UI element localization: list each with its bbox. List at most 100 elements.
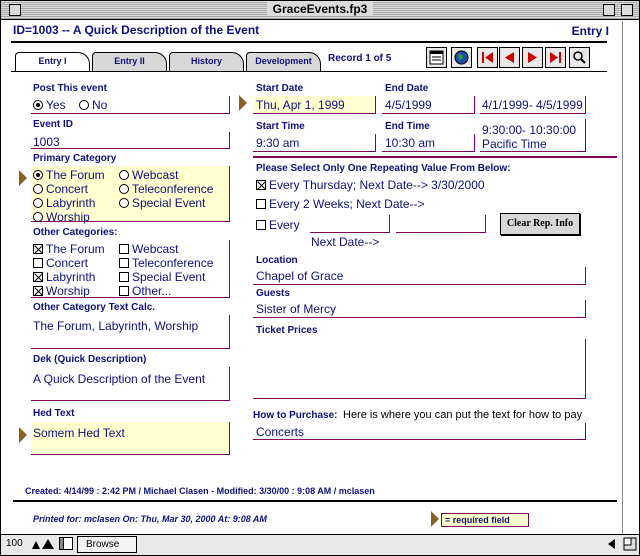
created-modified-info: Created: 4/14/99 : 2:42 PM / Michael Cla…: [25, 486, 375, 496]
tab-entry-1[interactable]: Entry I: [15, 52, 90, 72]
other-option-labyrinth[interactable]: Labyrinth: [33, 270, 95, 284]
other-option-special-event[interactable]: Special Event: [119, 270, 205, 284]
primary-option-teleconference[interactable]: Teleconference: [119, 182, 213, 196]
primary-option-labyrinth[interactable]: Labyrinth: [33, 196, 95, 210]
mode-selector[interactable]: Browse: [77, 536, 137, 553]
tab-entry-2[interactable]: Entry II: [92, 52, 167, 71]
scroll-left-icon[interactable]: [605, 537, 619, 554]
repeat-unit-field[interactable]: [396, 215, 486, 233]
radio-empty-icon[interactable]: [119, 184, 129, 194]
other-option-concert[interactable]: Concert: [33, 256, 88, 270]
zoom-mountains-icon[interactable]: [31, 537, 57, 553]
checkbox-empty-icon[interactable]: [256, 199, 266, 209]
checkbox-checked-icon[interactable]: [33, 272, 43, 282]
event-id-field[interactable]: [31, 132, 230, 149]
globe-icon[interactable]: [451, 47, 472, 68]
purchase-value: Concerts: [256, 425, 305, 439]
post-yes-option[interactable]: Yes: [33, 98, 66, 112]
required-legend: = required field: [441, 513, 529, 527]
primary-option-webcast[interactable]: Webcast: [119, 168, 178, 182]
record-id-heading: ID=1003 -- A Quick Description of the Ev…: [13, 23, 260, 37]
other-option-webcast[interactable]: Webcast: [119, 242, 178, 256]
checkbox-checked-icon[interactable]: [33, 244, 43, 254]
end-time-value: 10:30 am: [385, 136, 436, 150]
ticket-prices-field[interactable]: [253, 339, 586, 399]
window-title: GraceEvents.fp3: [266, 2, 374, 16]
event-id-label: Event ID: [33, 119, 74, 130]
checkbox-checked-icon[interactable]: [256, 180, 266, 190]
required-marker-icon: [19, 427, 27, 443]
footer-divider: [13, 500, 617, 502]
tab-history[interactable]: History: [169, 52, 244, 71]
start-date-label: Start Date: [256, 83, 304, 94]
resize-grip-icon[interactable]: [623, 537, 637, 554]
end-date-label: End Date: [385, 83, 429, 94]
other-calc-value: The Forum, Labyrinth, Worship: [33, 319, 199, 333]
primary-option-forum[interactable]: The Forum: [33, 168, 105, 182]
status-area-icon[interactable]: [59, 537, 73, 553]
hed-value: Somem Hed Text: [33, 426, 125, 440]
radio-empty-icon[interactable]: [33, 184, 43, 194]
collapse-box-icon[interactable]: [621, 4, 633, 16]
radio-empty-icon[interactable]: [33, 198, 43, 208]
scrollbar-edge: [622, 21, 623, 534]
layout-name: Entry I: [571, 24, 609, 38]
tab-divider: [11, 71, 607, 72]
repeat-option-custom[interactable]: Every: [256, 218, 300, 232]
guests-value: Sister of Mercy: [256, 302, 337, 316]
required-marker-icon: [239, 95, 247, 111]
other-calc-label: Other Category Text Calc.: [33, 302, 156, 313]
checkbox-empty-icon[interactable]: [119, 286, 129, 296]
date-range-value: 4/1/1999- 4/5/1999: [482, 98, 583, 112]
primary-option-special-event[interactable]: Special Event: [119, 196, 205, 210]
checkbox-empty-icon[interactable]: [119, 272, 129, 282]
time-range-line2: Pacific Time: [482, 137, 547, 151]
first-record-icon[interactable]: [477, 47, 498, 68]
post-event-label: Post This event: [33, 83, 107, 94]
clear-repeat-button[interactable]: Clear Rep. Info: [500, 213, 580, 235]
end-time-label: End Time: [385, 121, 430, 132]
previous-record-icon[interactable]: [499, 47, 520, 68]
find-icon[interactable]: [569, 47, 590, 68]
repeat-interval-field[interactable]: [310, 215, 390, 233]
title-bar[interactable]: GraceEvents.fp3: [1, 1, 639, 20]
time-range-line1: 9:30:00- 10:30:00: [482, 123, 577, 137]
radio-empty-icon[interactable]: [119, 198, 129, 208]
radio-empty-icon[interactable]: [33, 212, 43, 222]
repeat-option-biweekly[interactable]: Every 2 Weeks; Next Date-->: [256, 197, 425, 211]
checkbox-empty-icon[interactable]: [119, 244, 129, 254]
location-value: Chapel of Grace: [256, 269, 344, 283]
other-categories-label: Other Categories:: [33, 227, 118, 238]
section-divider: [253, 156, 617, 158]
radio-empty-icon[interactable]: [79, 100, 89, 110]
other-option-worship[interactable]: Worship: [33, 284, 90, 298]
start-date-value: Thu, Apr 1, 1999: [256, 98, 345, 112]
purchase-label: How to Purchase:: [253, 410, 338, 421]
checkbox-empty-icon[interactable]: [256, 220, 266, 230]
post-no-option[interactable]: No: [79, 98, 107, 112]
header-divider: [11, 41, 607, 43]
repeat-next-date-label: Next Date-->: [311, 235, 380, 249]
other-option-other[interactable]: Other...: [119, 284, 171, 298]
start-time-label: Start Time: [256, 121, 305, 132]
dek-value: A Quick Description of the Event: [33, 372, 206, 386]
primary-option-worship[interactable]: Worship: [33, 210, 90, 224]
tab-development[interactable]: Development: [246, 52, 321, 71]
dek-label: Dek (Quick Description): [33, 354, 147, 365]
zoom-level[interactable]: 100: [6, 538, 23, 549]
end-date-value: 4/5/1999: [385, 98, 432, 112]
radio-empty-icon[interactable]: [119, 170, 129, 180]
checkbox-empty-icon[interactable]: [119, 258, 129, 268]
radio-selected-icon[interactable]: [33, 100, 43, 110]
checkbox-empty-icon[interactable]: [33, 258, 43, 268]
other-option-teleconference[interactable]: Teleconference: [119, 256, 213, 270]
primary-option-concert[interactable]: Concert: [33, 182, 88, 196]
next-record-icon[interactable]: [522, 47, 543, 68]
other-option-forum[interactable]: The Forum: [33, 242, 105, 256]
repeat-option-weekly[interactable]: Every Thursday; Next Date--> 3/30/2000: [256, 178, 485, 192]
zoom-box-icon[interactable]: [603, 4, 615, 16]
layout-icon[interactable]: [426, 47, 447, 68]
checkbox-checked-icon[interactable]: [33, 286, 43, 296]
last-record-icon[interactable]: [545, 47, 566, 68]
radio-selected-icon[interactable]: [33, 170, 43, 180]
